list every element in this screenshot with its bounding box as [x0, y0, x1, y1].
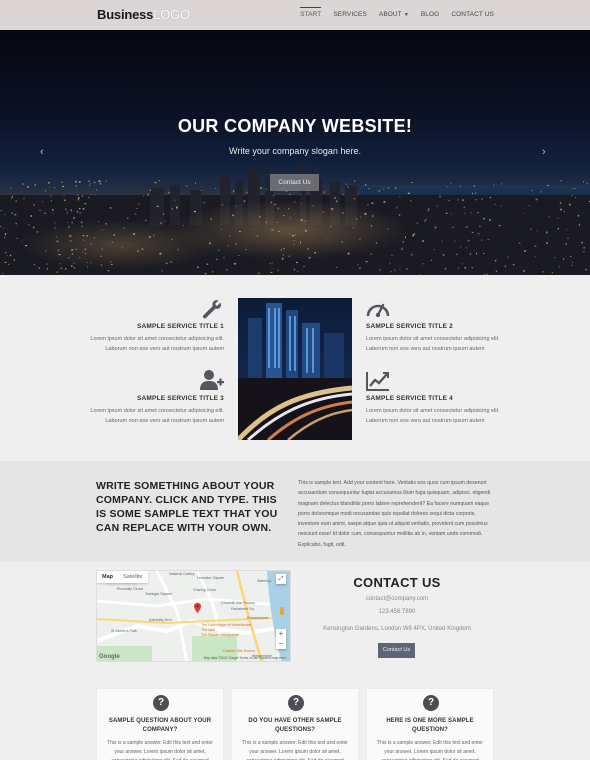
faq-2-text: This is a sample answer. Edit this text … [242, 740, 348, 760]
question-icon: ? [423, 695, 439, 711]
chevron-right-icon[interactable]: › [542, 146, 546, 158]
fullscreen-icon[interactable]: ⤢ [276, 574, 286, 584]
main-nav: START SERVICES ABOUT ▼ BLOG CONTACT US [288, 7, 494, 18]
faq-3-text: This is a sample answer. Edit this text … [377, 740, 483, 760]
map-label: St James's Park [111, 629, 137, 633]
about-text: This is sample text. Add your content he… [298, 480, 491, 548]
map-label: Admiralty Arch [149, 618, 173, 622]
contact-address: Kensington Gardens, London W8 4PX, Unite… [323, 626, 471, 632]
nav-about[interactable]: ABOUT ▼ [379, 11, 409, 18]
city-traffic-image [238, 298, 352, 440]
nav-blog[interactable]: BLOG [421, 11, 439, 18]
service-4-line2: Laborum non eos vero aut nostrum ipsum a… [366, 417, 485, 424]
map-label: Churchill War Rooms [221, 601, 255, 605]
nav-contact-us[interactable]: CONTACT US [451, 11, 494, 18]
map-label: Waterloo [257, 579, 272, 583]
map-label: The Royal Horseguards [201, 633, 239, 637]
faq-3-title: HERE IS ONE MORE SAMPLE QUESTION? [386, 718, 474, 733]
service-2-line2: Laborum non eos vero aut nostrum ipsum a… [366, 345, 485, 352]
google-logo: Google [99, 654, 120, 660]
faq-1-title: SAMPLE QUESTION ABOUT YOUR COMPANY? [108, 718, 212, 733]
map-label: Charing Cross [193, 588, 216, 592]
service-1-line2: Laborum non eos vero aut nostrum ipsum a… [105, 345, 224, 352]
service-2-title: SAMPLE SERVICE TITLE 2 [366, 323, 453, 330]
map-tab-satellite[interactable]: Satellite [118, 571, 148, 583]
contact-phone[interactable]: 123.456.7890 [300, 609, 494, 615]
service-3: SAMPLE SERVICE TITLE 3 Lorem ipsum dolor… [84, 395, 224, 426]
logo-light: LOGO [153, 7, 190, 22]
user-plus-icon [200, 370, 224, 390]
map-zoom-control: + − [276, 629, 286, 649]
hero-title: OUR COMPANY WEBSITE! [177, 116, 413, 136]
service-4: SAMPLE SERVICE TITLE 4 Lorem ipsum dolor… [366, 395, 506, 426]
contact-us-button[interactable]: Contact Us [378, 643, 415, 658]
service-1: SAMPLE SERVICE TITLE 1 Lorem ipsum dolor… [84, 323, 224, 354]
map-attribution[interactable]: Map data ©2021 Google Terms of Use Repor… [204, 656, 286, 660]
line-chart-icon [366, 372, 389, 391]
map-label: Parliament Sq [231, 607, 254, 611]
service-3-line2: Laborum non eos vero aut nostrum ipsum a… [105, 417, 224, 424]
faq-card-2: ? DO YOU HAVE OTHER SAMPLE QUESTIONS? Th… [231, 688, 359, 760]
about-section [0, 461, 590, 562]
contact-title: CONTACT US [353, 575, 441, 590]
service-4-line1: Lorem ipsum dolor sit amet consectetur a… [366, 408, 500, 414]
chevron-down-icon: ▼ [403, 12, 409, 18]
chevron-left-icon[interactable]: ‹ [40, 146, 44, 158]
nav-services[interactable]: SERVICES [333, 11, 367, 18]
map-label: The Lord Mayor of Westminster [201, 623, 252, 627]
logo[interactable]: BusinessLOGO [97, 7, 190, 22]
map-label: Embankment [247, 616, 269, 620]
service-3-line1: Lorem ipsum dolor sit amet consectetur a… [90, 408, 224, 414]
service-2: SAMPLE SERVICE TITLE 2 Lorem ipsum dolor… [366, 323, 506, 354]
map-label: Trafalgar Square [145, 592, 172, 596]
service-1-line1: Lorem ipsum dolor sit amet consectetur a… [90, 336, 224, 342]
service-4-title: SAMPLE SERVICE TITLE 4 [366, 395, 453, 402]
question-icon: ? [288, 695, 304, 711]
service-3-title: SAMPLE SERVICE TITLE 3 [137, 395, 224, 402]
logo-bold: Business [97, 7, 154, 22]
map-label: Piccadilly Circus [117, 587, 144, 591]
hero-slider: OUR COMPANY WEBSITE! Write your company … [0, 30, 590, 275]
map-label: Leicester Square [197, 576, 225, 580]
hero-contact-button[interactable]: Contact Us [270, 174, 319, 191]
zoom-out-icon[interactable]: − [276, 639, 286, 649]
map-tab-map[interactable]: Map [97, 571, 118, 583]
service-2-line1: Lorem ipsum dolor sit amet consectetur a… [366, 336, 500, 342]
faq-1-text: This is a sample answer. Edit this text … [107, 740, 213, 760]
nav-start[interactable]: START [300, 7, 322, 18]
contact-email[interactable]: contact@company.com [300, 596, 494, 602]
hero-slogan: Write your company slogan here. [229, 146, 361, 156]
zoom-in-icon[interactable]: + [276, 629, 286, 639]
site-header: BusinessLOGO START SERVICES ABOUT ▼ BLOG … [0, 0, 590, 30]
question-icon: ? [153, 695, 169, 711]
wrench-icon [202, 300, 221, 319]
about-heading: WRITE SOMETHING ABOUT YOUR COMPANY. CLIC… [96, 480, 278, 534]
map-type-tabs: Map Satellite [97, 571, 148, 583]
nav-about-label: ABOUT [378, 11, 402, 18]
map-label: Cabinet War Rooms [223, 649, 256, 653]
gauge-icon [366, 303, 390, 318]
map-label: National Gallery [169, 572, 195, 576]
embedded-map[interactable]: Map Satellite ⤢ + − National Gallery Tra… [96, 570, 291, 662]
faq-card-3: ? HERE IS ONE MORE SAMPLE QUESTION? This… [366, 688, 494, 760]
service-1-title: SAMPLE SERVICE TITLE 1 [137, 323, 224, 330]
faq-2-title: DO YOU HAVE OTHER SAMPLE QUESTIONS? [248, 718, 342, 733]
map-label: The Mall [201, 628, 215, 632]
faq-card-1: ? SAMPLE QUESTION ABOUT YOUR COMPANY? Th… [96, 688, 224, 760]
